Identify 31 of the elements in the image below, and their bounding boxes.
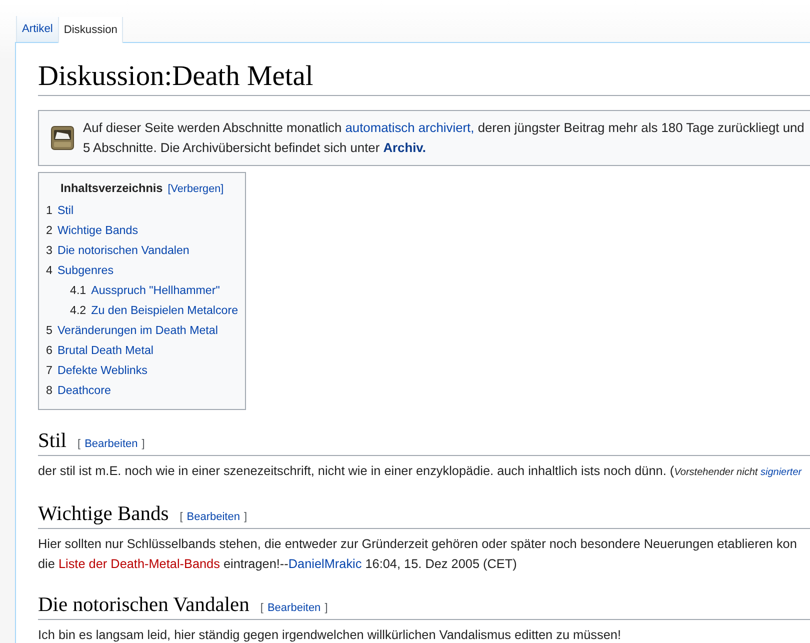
toc-item[interactable]: 7 Defekte Weblinks: [46, 364, 148, 377]
edit-section-link[interactable]: [ Bearbeiten ]: [78, 438, 145, 450]
toc-item[interactable]: 4 Subgenres: [46, 264, 114, 277]
document-box-icon: [51, 126, 74, 150]
text-link[interactable]: automatisch archiviert,: [345, 120, 474, 135]
paragraph-text: der stil ist m.E. noch wie in einer szenezeitschrift, nicht wie in einer enzyklopädie. auch inhaltlich ists noch dünn. (Vorstehender nicht signierter: [38, 463, 803, 480]
section-heading: Wichtige Bands: [38, 502, 169, 527]
edit-section-link[interactable]: [ Bearbeiten ]: [180, 511, 248, 523]
toc-item[interactable]: 4.1 Ausspruch "Hellhammer": [70, 284, 220, 297]
page-title: Diskussion:Death Metal: [38, 60, 314, 94]
section-heading: Die notorischen Vandalen: [38, 593, 250, 618]
toc-item[interactable]: 5 Veränderungen im Death Metal: [46, 324, 218, 337]
notice-text: Auf dieser Seite werden Abschnitte monatlich automatisch archiviert, deren jüngster Beitrag mehr als 180 Tage zurückliegt und 5 Abschnitte. Die Archivübersicht befindet sich unter Archiv.: [83, 119, 804, 157]
section-heading: Stil: [38, 429, 66, 454]
tab[interactable]: Diskussion: [58, 17, 124, 43]
toc-item[interactable]: 3 Die notorischen Vandalen: [46, 244, 190, 257]
tab[interactable]: Artikel: [16, 16, 58, 42]
toc-item[interactable]: 8 Deathcore: [46, 384, 111, 397]
toc-item[interactable]: 2 Wichtige Bands: [46, 224, 138, 237]
paragraph-text: Ich bin es langsam leid, hier ständig gegen irgendwelchen willkürlichen Vandalismus editten zu müssen!: [38, 627, 622, 643]
text-link[interactable]: DanielMrakic: [288, 557, 362, 571]
toc-title: Inhaltsverzeichnis: [60, 180, 163, 196]
text-link[interactable]: Archiv.: [383, 140, 426, 155]
text-link[interactable]: signierter: [760, 467, 802, 478]
paragraph-text: Hier sollten nur Schlüsselbands stehen, die entweder zur Gründerzeit gehören oder später noch besondere Neuerungen etablieren kon die Liste der Death-Metal-Bands eintragen!--DanielMrakic 16:04, 15. Dez 2005 (CET): [38, 536, 798, 573]
toc-item[interactable]: 4.2 Zu den Beispielen Metalcore: [70, 304, 238, 317]
toc-item[interactable]: 1 Stil: [46, 204, 74, 217]
edit-section-link[interactable]: [ Bearbeiten ]: [260, 602, 328, 614]
missing-page-link[interactable]: Liste der Death-Metal-Bands: [58, 557, 220, 571]
toc-item[interactable]: 6 Brutal Death Metal: [46, 344, 154, 357]
toc-toggle-link[interactable]: [Verbergen]: [168, 181, 224, 197]
